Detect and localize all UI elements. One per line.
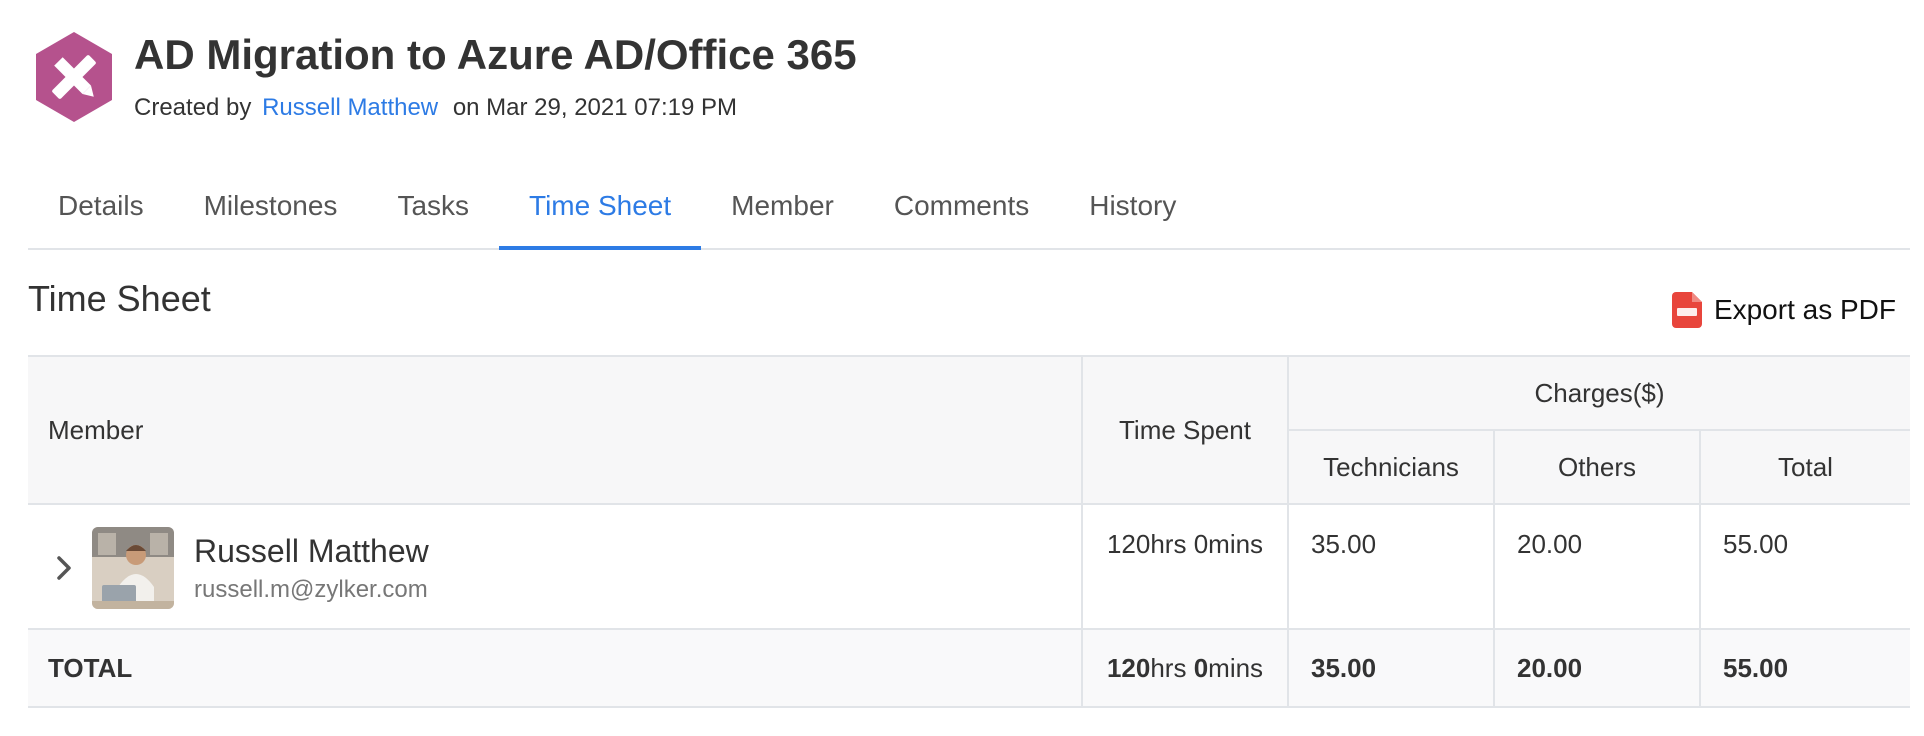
hours-value: 120 bbox=[1106, 529, 1151, 559]
chevron-right-icon[interactable] bbox=[56, 555, 72, 581]
total-column-header: Total bbox=[1700, 429, 1910, 505]
tab-bar: Details Milestones Tasks Time Sheet Memb… bbox=[28, 180, 1910, 250]
charges-column-header: Charges($) bbox=[1288, 355, 1910, 430]
table-row: Russell Matthew russell.m@zylker.com 120… bbox=[28, 504, 1910, 630]
tab-time-sheet[interactable]: Time Sheet bbox=[499, 180, 702, 250]
others-column-header: Others bbox=[1494, 429, 1701, 505]
total-hours-value: 120 bbox=[1106, 652, 1151, 683]
total-technicians-cell: 35.00 bbox=[1288, 629, 1495, 708]
export-pdf-button[interactable]: Export as PDF bbox=[1671, 292, 1896, 328]
hours-unit: hrs bbox=[1150, 529, 1187, 559]
total-others-cell: 20.00 bbox=[1494, 629, 1701, 708]
pdf-icon bbox=[1671, 292, 1702, 328]
total-total-cell: 55.00 bbox=[1700, 629, 1910, 708]
project-title: AD Migration to Azure AD/Office 365 bbox=[134, 31, 857, 78]
member-column-header: Member bbox=[28, 355, 1083, 505]
tab-tasks[interactable]: Tasks bbox=[367, 180, 499, 248]
author-link[interactable]: Russell Matthew bbox=[262, 94, 438, 121]
created-on: on Mar 29, 2021 07:19 PM bbox=[452, 94, 737, 121]
member-cell: Russell Matthew russell.m@zylker.com bbox=[28, 504, 1083, 630]
total-label: TOTAL bbox=[28, 629, 1083, 708]
tab-details[interactable]: Details bbox=[28, 180, 174, 248]
created-by-prefix: Created by bbox=[134, 94, 252, 121]
project-meta: Created by Russell Matthew on Mar 29, 20… bbox=[134, 94, 857, 122]
export-label: Export as PDF bbox=[1713, 294, 1896, 325]
total-row: TOTAL 120hrs 0mins 35.00 20.00 55.00 bbox=[28, 629, 1910, 708]
tab-comments[interactable]: Comments bbox=[864, 180, 1059, 248]
technicians-charge-cell: 35.00 bbox=[1288, 504, 1495, 630]
total-minutes-unit: mins bbox=[1208, 652, 1264, 683]
total-time-cell: 120hrs 0mins bbox=[1082, 629, 1289, 708]
time-spent-column-header: Time Spent bbox=[1082, 355, 1289, 505]
total-charge-cell: 55.00 bbox=[1700, 504, 1910, 630]
project-header: AD Migration to Azure AD/Office 365 Crea… bbox=[32, 30, 857, 130]
minutes-unit: mins bbox=[1208, 529, 1264, 559]
tab-member[interactable]: Member bbox=[701, 180, 864, 248]
avatar bbox=[92, 527, 174, 609]
time-spent-cell: 120hrs 0mins bbox=[1082, 504, 1289, 630]
tab-milestones[interactable]: Milestones bbox=[174, 180, 368, 248]
time-sheet-table: Member Time Spent Charges($) Technicians… bbox=[28, 355, 1910, 708]
minutes-value: 0 bbox=[1193, 529, 1209, 559]
member-email: russell.m@zylker.com bbox=[194, 575, 428, 603]
total-minutes-value: 0 bbox=[1193, 652, 1209, 683]
technicians-column-header: Technicians bbox=[1288, 429, 1495, 505]
others-charge-cell: 20.00 bbox=[1494, 504, 1701, 630]
tab-history[interactable]: History bbox=[1059, 180, 1206, 248]
pencil-ruler-icon bbox=[36, 32, 112, 122]
total-hours-unit: hrs bbox=[1150, 652, 1187, 683]
member-name: Russell Matthew bbox=[194, 532, 429, 569]
section-title: Time Sheet bbox=[28, 278, 211, 319]
